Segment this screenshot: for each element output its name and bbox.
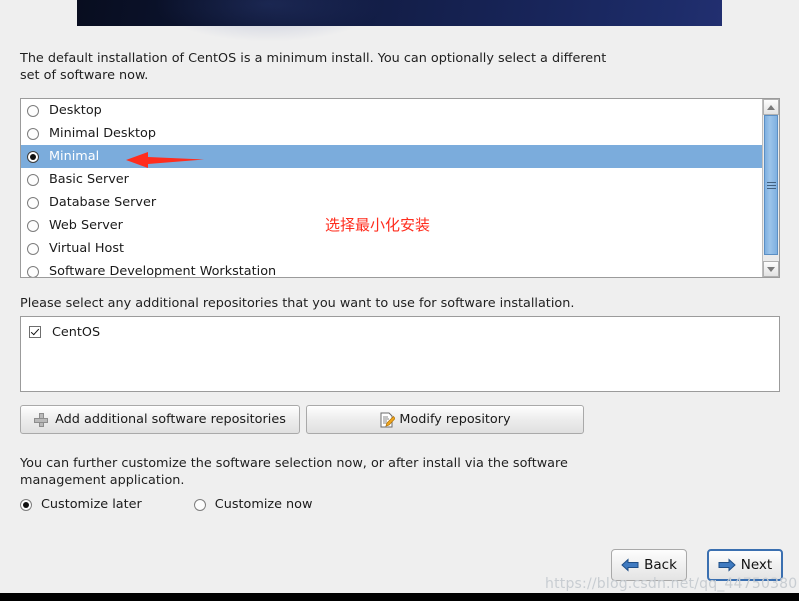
document-pencil-icon (380, 412, 396, 427)
next-label: Next (740, 557, 773, 573)
list-item[interactable]: Virtual Host (21, 237, 762, 260)
scroll-up-button[interactable] (763, 99, 779, 115)
software-group-list[interactable]: Desktop Minimal Desktop Minimal Basic Se… (20, 98, 780, 278)
list-item[interactable]: Basic Server (21, 168, 762, 191)
intro-description: The default installation of CentOS is a … (20, 51, 607, 83)
list-item-label: Minimal Desktop (49, 126, 156, 141)
repository-item[interactable]: CentOS (29, 322, 779, 342)
list-item[interactable]: Minimal Desktop (21, 122, 762, 145)
plus-icon (34, 412, 49, 427)
watermark-text: https://blog.csdn.net/qq_44750380 (545, 576, 798, 592)
customize-later-label: Customize later (41, 497, 142, 512)
modify-repository-label: Modify repository (399, 412, 511, 427)
repository-prompt: Please select any additional repositorie… (20, 296, 575, 311)
back-label: Back (644, 557, 677, 573)
arrow-left-icon (621, 558, 639, 572)
radio-icon[interactable] (27, 127, 39, 140)
radio-icon[interactable] (27, 150, 39, 163)
add-repository-label: Add additional software repositories (55, 412, 286, 427)
radio-icon[interactable] (27, 196, 39, 209)
radio-icon[interactable] (27, 173, 39, 186)
arrow-right-icon (718, 558, 736, 572)
list-item-label: Software Development Workstation (49, 264, 277, 277)
customize-options: Customize later Customize now (20, 497, 312, 512)
customize-now-label: Customize now (214, 497, 313, 512)
list-item[interactable]: Database Server (21, 191, 762, 214)
scrollbar-thumb[interactable] (764, 115, 778, 255)
software-group-scrollarea[interactable]: Desktop Minimal Desktop Minimal Basic Se… (21, 99, 762, 277)
customize-later-option[interactable]: Customize later (20, 497, 142, 512)
repository-item-label: CentOS (52, 324, 101, 340)
chevron-up-icon (767, 104, 775, 110)
scrollbar-track[interactable] (763, 115, 779, 261)
annotation-text: 选择最小化安装 (325, 216, 431, 234)
radio-icon[interactable] (20, 498, 32, 511)
annotation-arrow-icon (126, 152, 204, 168)
chevron-down-icon (767, 266, 775, 272)
bottom-black-strip (0, 593, 799, 601)
radio-icon[interactable] (27, 265, 39, 277)
list-item-label: Database Server (49, 195, 157, 210)
list-item-label: Virtual Host (49, 241, 125, 256)
list-item[interactable]: Desktop (21, 99, 762, 122)
scroll-down-button[interactable] (763, 261, 779, 277)
list-item-label: Minimal (49, 149, 100, 164)
radio-icon[interactable] (27, 219, 39, 232)
list-item-label: Desktop (49, 103, 102, 118)
checkbox-icon[interactable] (29, 326, 41, 338)
customize-prompt: You can further customize the software s… (20, 456, 568, 488)
radio-icon[interactable] (27, 104, 39, 117)
add-repository-button[interactable]: Add additional software repositories (20, 405, 300, 434)
customize-now-option[interactable]: Customize now (193, 497, 313, 512)
installer-header (0, 0, 799, 42)
radio-icon[interactable] (27, 242, 39, 255)
centos-banner-image (77, 0, 722, 42)
grip-icon (766, 180, 776, 191)
list-scrollbar[interactable] (762, 99, 779, 277)
repository-list[interactable]: CentOS (20, 316, 780, 392)
modify-repository-button[interactable]: Modify repository (306, 405, 584, 434)
radio-icon[interactable] (193, 498, 206, 511)
list-item-label: Web Server (49, 218, 123, 233)
list-item-label: Basic Server (49, 172, 129, 187)
list-item[interactable]: Software Development Workstation (21, 260, 762, 277)
